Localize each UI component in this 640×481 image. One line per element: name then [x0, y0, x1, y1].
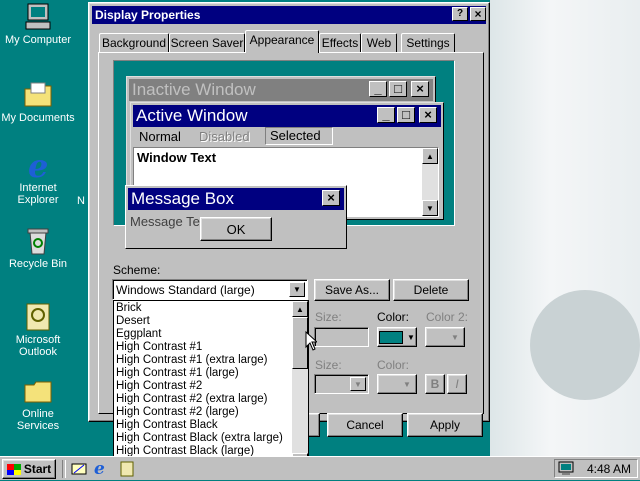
- font-size-dropdown[interactable]: ▼: [314, 374, 369, 394]
- cancel-button[interactable]: Cancel: [327, 413, 403, 437]
- start-label: Start: [23, 462, 52, 476]
- scheme-option[interactable]: Desert: [114, 315, 308, 328]
- scheme-option[interactable]: Eggplant: [114, 328, 308, 341]
- desktop-icon-label: Internet Explorer: [15, 182, 61, 206]
- close-icon: ×: [411, 81, 429, 97]
- dialog-title-bar[interactable]: Display Properties: [92, 6, 486, 24]
- preview-scrollbar: ▲ ▼: [422, 148, 438, 216]
- item-color-button[interactable]: ▼: [377, 327, 417, 347]
- scheme-option[interactable]: Brick: [114, 302, 308, 315]
- desktop-icon-label: Recycle Bin: [7, 258, 69, 270]
- item-color-label: Color:: [377, 310, 410, 324]
- desktop-icon-label-partial: N: [77, 188, 88, 214]
- taskbar: Start e 4:48 AM: [0, 456, 640, 480]
- tab-screen-saver[interactable]: Screen Saver: [169, 33, 245, 53]
- computer-icon: [22, 2, 54, 32]
- font-color-label: Color:: [377, 358, 410, 372]
- clock[interactable]: 4:48 AM: [587, 462, 631, 476]
- tab-settings[interactable]: Settings: [401, 33, 455, 53]
- desktop-icon-internet-explorer[interactable]: e Internet Explorer: [0, 147, 76, 206]
- start-button[interactable]: Start: [2, 459, 56, 479]
- desktop-icon-my-documents[interactable]: My Documents: [0, 80, 76, 124]
- folder-icon: [22, 80, 54, 110]
- close-icon: ×: [419, 107, 437, 123]
- appearance-preview[interactable]: Inactive Window _ □ × Active Window _ □ …: [113, 60, 455, 249]
- ie-icon: e: [22, 147, 54, 185]
- scheme-option[interactable]: High Contrast #1: [114, 341, 308, 354]
- recycle-bin-icon: [22, 226, 54, 256]
- preview-message-box: Message Box × Message Text OK: [125, 185, 347, 249]
- scheme-label: Scheme:: [113, 263, 161, 277]
- apply-button[interactable]: Apply: [407, 413, 483, 437]
- desktop-icon-online-services[interactable]: Online Services: [0, 376, 76, 432]
- tab-appearance[interactable]: Appearance: [245, 30, 319, 53]
- scheme-option[interactable]: High Contrast #1 (large): [114, 367, 308, 380]
- item-color2-button[interactable]: ▼: [425, 327, 465, 347]
- help-button[interactable]: ?: [452, 7, 468, 21]
- minimize-icon: _: [377, 107, 395, 123]
- taskbar-divider: [62, 460, 66, 478]
- chevron-down-icon[interactable]: ▼: [289, 282, 305, 297]
- desktop-icon-label: Online Services: [15, 408, 61, 432]
- ok-button: OK: [200, 217, 272, 241]
- list-scrollbar[interactable]: ▲ ▼: [292, 301, 308, 469]
- scheme-dropdown[interactable]: Windows Standard (large) ▼: [112, 279, 308, 300]
- scheme-option[interactable]: High Contrast #2 (large): [114, 406, 308, 419]
- inactive-window-title: Inactive Window: [129, 79, 433, 101]
- wallpaper-shape: [530, 290, 640, 400]
- outlook-quicklaunch-icon[interactable]: [118, 460, 136, 478]
- close-button[interactable]: ×: [470, 7, 486, 21]
- bold-button[interactable]: B: [425, 374, 445, 394]
- desktop-icon-recycle-bin[interactable]: Recycle Bin: [0, 226, 76, 270]
- scheme-option[interactable]: High Contrast #1 (extra large): [114, 354, 308, 367]
- scroll-up-icon[interactable]: ▲: [292, 301, 308, 317]
- scheme-option[interactable]: High Contrast Black (extra large): [114, 432, 308, 445]
- scheme-option[interactable]: High Contrast #2: [114, 380, 308, 393]
- menu-selected: Selected: [265, 127, 333, 145]
- ie-quicklaunch-icon[interactable]: e: [94, 459, 112, 479]
- scheme-value: Windows Standard (large): [116, 283, 255, 297]
- scroll-down-icon: ▼: [422, 200, 438, 216]
- desktop-icon-label: Microsoft Outlook: [13, 334, 63, 358]
- show-desktop-icon[interactable]: [70, 460, 88, 478]
- desktop-icon-label: My Documents: [0, 112, 76, 124]
- mouse-cursor-icon: [305, 331, 317, 351]
- desktop-icon-microsoft-outlook[interactable]: Microsoft Outlook: [0, 302, 76, 358]
- scheme-option[interactable]: High Contrast Black: [114, 419, 308, 432]
- scroll-up-icon: ▲: [422, 148, 438, 164]
- item-size-label: Size:: [315, 310, 342, 324]
- display-settings-icon[interactable]: [558, 461, 574, 479]
- close-icon: ×: [322, 190, 340, 206]
- item-color2-label: Color 2:: [426, 310, 469, 324]
- maximize-icon: □: [389, 81, 407, 97]
- desktop-wallpaper-area: [490, 0, 640, 456]
- save-as-button[interactable]: Save As...: [314, 279, 390, 301]
- scheme-dropdown-list[interactable]: Brick Desert Eggplant High Contrast #1 High …: [113, 300, 309, 470]
- menu-normal: Normal: [139, 129, 181, 144]
- dialog-title: Display Properties: [95, 8, 201, 22]
- minimize-icon: _: [369, 81, 387, 97]
- delete-button[interactable]: Delete: [393, 279, 469, 301]
- message-box-text: Message Text: [130, 214, 210, 229]
- folder-icon: [22, 376, 54, 406]
- menu-disabled: Disabled: [199, 129, 250, 144]
- message-box-title: Message Box: [128, 188, 344, 210]
- windows-logo-icon: [6, 463, 21, 475]
- maximize-icon: □: [397, 107, 415, 123]
- svg-text:e: e: [28, 150, 48, 180]
- item-size-spinner[interactable]: [314, 327, 369, 347]
- desktop-icon-my-computer[interactable]: My Computer: [0, 2, 76, 46]
- font-size-label: Size:: [315, 358, 342, 372]
- window-text: Window Text: [137, 150, 217, 165]
- tab-web[interactable]: Web: [361, 33, 397, 53]
- outlook-icon: [22, 302, 54, 332]
- italic-button[interactable]: I: [447, 374, 467, 394]
- font-color-button[interactable]: ▼: [377, 374, 417, 394]
- desktop-icon-label: My Computer: [3, 34, 73, 46]
- system-tray: 4:48 AM: [554, 459, 638, 478]
- tab-effects[interactable]: Effects: [319, 33, 361, 53]
- tab-background[interactable]: Background: [99, 33, 169, 53]
- scheme-option[interactable]: High Contrast #2 (extra large): [114, 393, 308, 406]
